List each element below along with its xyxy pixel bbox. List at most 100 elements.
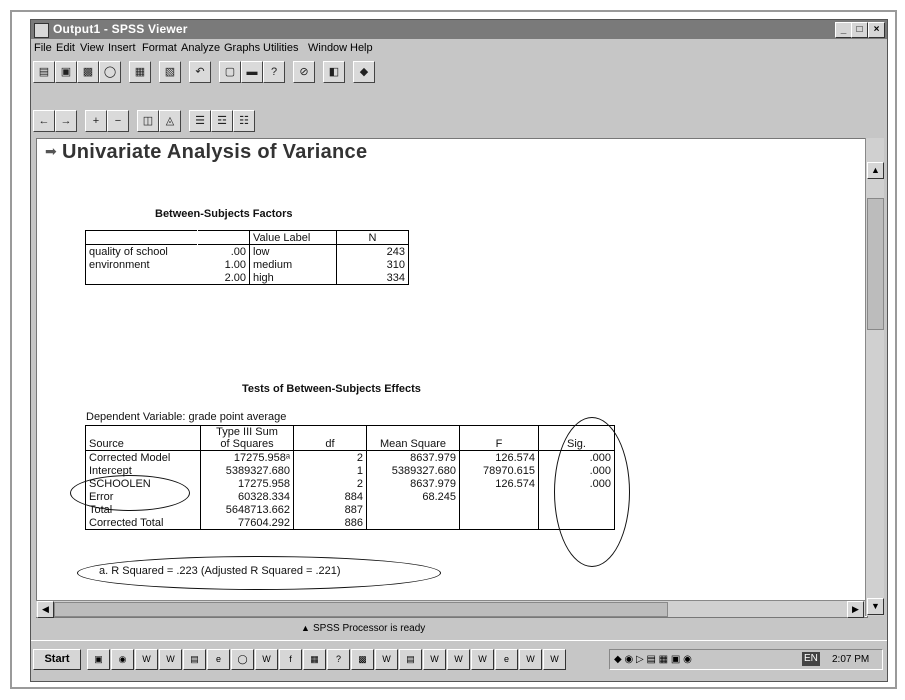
recall-dialog-icon[interactable]: ▧ [159, 61, 181, 83]
menu-view[interactable]: View [80, 42, 104, 54]
f-cell: 126.574 [459, 450, 539, 464]
taskbar-app-icon[interactable]: W [255, 649, 278, 670]
ss-cell: 17275.958 [200, 477, 294, 490]
minimize-button[interactable]: _ [835, 22, 852, 38]
expand-icon[interactable]: + [85, 110, 107, 132]
app-icon [34, 23, 49, 38]
maximize-button[interactable]: □ [851, 22, 868, 38]
tray-icons: ◆ ◉ ▷ ▤ ▦ ▣ ◉ [614, 654, 692, 665]
menu-utilities[interactable]: Utilities [263, 42, 298, 54]
taskbar-app-icon[interactable]: f [279, 649, 302, 670]
scroll-right-icon[interactable]: ▶ [847, 601, 864, 618]
variables-icon[interactable]: ? [263, 61, 285, 83]
menu-format[interactable]: Format [142, 42, 177, 54]
ms-cell: 8637.979 [366, 477, 460, 490]
close-button[interactable]: × [868, 22, 885, 38]
scroll-left-icon[interactable]: ◀ [37, 601, 54, 618]
menu-graphs[interactable]: Graphs [224, 42, 260, 54]
taskbar-app-icon[interactable]: ? [327, 649, 350, 670]
insert-heading-icon[interactable]: ☰ [189, 110, 211, 132]
footnote-ellipse [77, 556, 441, 590]
taskbar-app-icon[interactable]: ▣ [87, 649, 110, 670]
select-last-output-icon[interactable]: ◆ [353, 61, 375, 83]
sig-column-ellipse [554, 417, 630, 567]
taskbar-app-icon[interactable]: ◉ [111, 649, 134, 670]
taskbar-app-icon[interactable]: e [207, 649, 230, 670]
factor-variable-line1: quality of school [89, 245, 168, 258]
menu-analyze[interactable]: Analyze [181, 42, 220, 54]
schoolen-ellipse [70, 475, 190, 511]
between-subjects-factors-table: Value Label N quality of school .00 low … [85, 230, 409, 285]
goto-case-icon[interactable]: ▬ [241, 61, 263, 83]
factor-variable-line2: environment [89, 258, 150, 271]
open-file-icon[interactable]: ▤ [33, 61, 55, 83]
ss-cell: 60328.334 [200, 490, 294, 503]
collapse-icon[interactable]: − [107, 110, 129, 132]
print-icon[interactable]: ▩ [77, 61, 99, 83]
taskbar-app-icon[interactable]: W [423, 649, 446, 670]
scroll-up-icon[interactable]: ▲ [867, 162, 884, 179]
factor-n: 310 [386, 258, 405, 271]
taskbar-app-icon[interactable]: ▩ [351, 649, 374, 670]
demote-icon[interactable]: → [55, 110, 77, 132]
start-button[interactable]: Start [33, 649, 81, 670]
status-icon: ▲ [301, 623, 310, 633]
window-title: Output1 - SPSS Viewer [53, 22, 188, 36]
export-icon[interactable]: ▦ [129, 61, 151, 83]
taskbar-app-icon[interactable]: W [471, 649, 494, 670]
insert-title-icon[interactable]: ☲ [211, 110, 233, 132]
f-header: F [459, 425, 539, 451]
taskbar-app-icon[interactable]: ▤ [399, 649, 422, 670]
menu-edit[interactable]: Edit [56, 42, 75, 54]
undo-icon[interactable]: ↶ [189, 61, 211, 83]
df-cell: 884 [293, 490, 367, 503]
print-preview-icon[interactable]: ◯ [99, 61, 121, 83]
factor-label: low [249, 244, 337, 258]
effects-table-title: Tests of Between-Subjects Effects [242, 383, 421, 395]
taskbar-app-icon[interactable]: e [495, 649, 518, 670]
source-cell: Corrected Model [85, 450, 201, 464]
taskbar-app-icon[interactable]: ◯ [231, 649, 254, 670]
df-cell: 887 [293, 503, 367, 516]
language-indicator[interactable]: EN [802, 652, 820, 666]
taskbar-app-icon[interactable]: W [447, 649, 470, 670]
scroll-thumb[interactable] [867, 198, 884, 330]
scroll-down-icon[interactable]: ▼ [867, 598, 884, 615]
f-cell [459, 503, 539, 516]
taskbar-app-icon[interactable]: W [375, 649, 398, 670]
find-icon[interactable]: ⊘ [293, 61, 315, 83]
menu-insert[interactable]: Insert [108, 42, 136, 54]
menu-file[interactable]: File [34, 42, 52, 54]
table-row: Corrected Model 17275.958ᵃ 2 8637.979 12… [85, 450, 615, 464]
factor-label: high [249, 271, 337, 285]
insert-text-icon[interactable]: ☷ [233, 110, 255, 132]
taskbar-app-icon[interactable]: ▤ [183, 649, 206, 670]
spss-viewer-window: Output1 - SPSS Viewer _ □ × File Edit Vi… [30, 19, 888, 682]
promote-icon[interactable]: ← [33, 110, 55, 132]
f-cell [459, 490, 539, 503]
taskbar-app-icon[interactable]: ▦ [303, 649, 326, 670]
hide-icon[interactable]: ◬ [159, 110, 181, 132]
hscroll-thumb[interactable] [54, 602, 668, 617]
df-cell: 1 [293, 464, 367, 477]
menu-help[interactable]: Help [350, 42, 373, 54]
clock[interactable]: 2:07 PM [832, 650, 869, 669]
taskbar-app-icon[interactable]: W [159, 649, 182, 670]
vertical-scrollbar[interactable]: ▲ ▼ [865, 138, 884, 616]
ms-cell [366, 516, 460, 530]
menu-window[interactable]: Window [308, 42, 347, 54]
goto-data-icon[interactable]: ▢ [219, 61, 241, 83]
df-cell: 886 [293, 516, 367, 530]
taskbar-app-icon[interactable]: W [543, 649, 566, 670]
factor-n: 334 [386, 271, 405, 284]
taskbar-app-icon[interactable]: W [135, 649, 158, 670]
ss-header-line1: Type III Sum [216, 426, 278, 438]
factor-label: medium [249, 258, 337, 271]
show-icon[interactable]: ◫ [137, 110, 159, 132]
taskbar-app-icon[interactable]: W [519, 649, 542, 670]
start-label: Start [44, 653, 70, 665]
source-header: Source [85, 425, 201, 451]
save-icon[interactable]: ▣ [55, 61, 77, 83]
horizontal-scrollbar[interactable]: ◀ ▶ [36, 600, 865, 618]
designate-window-icon[interactable]: ◧ [323, 61, 345, 83]
